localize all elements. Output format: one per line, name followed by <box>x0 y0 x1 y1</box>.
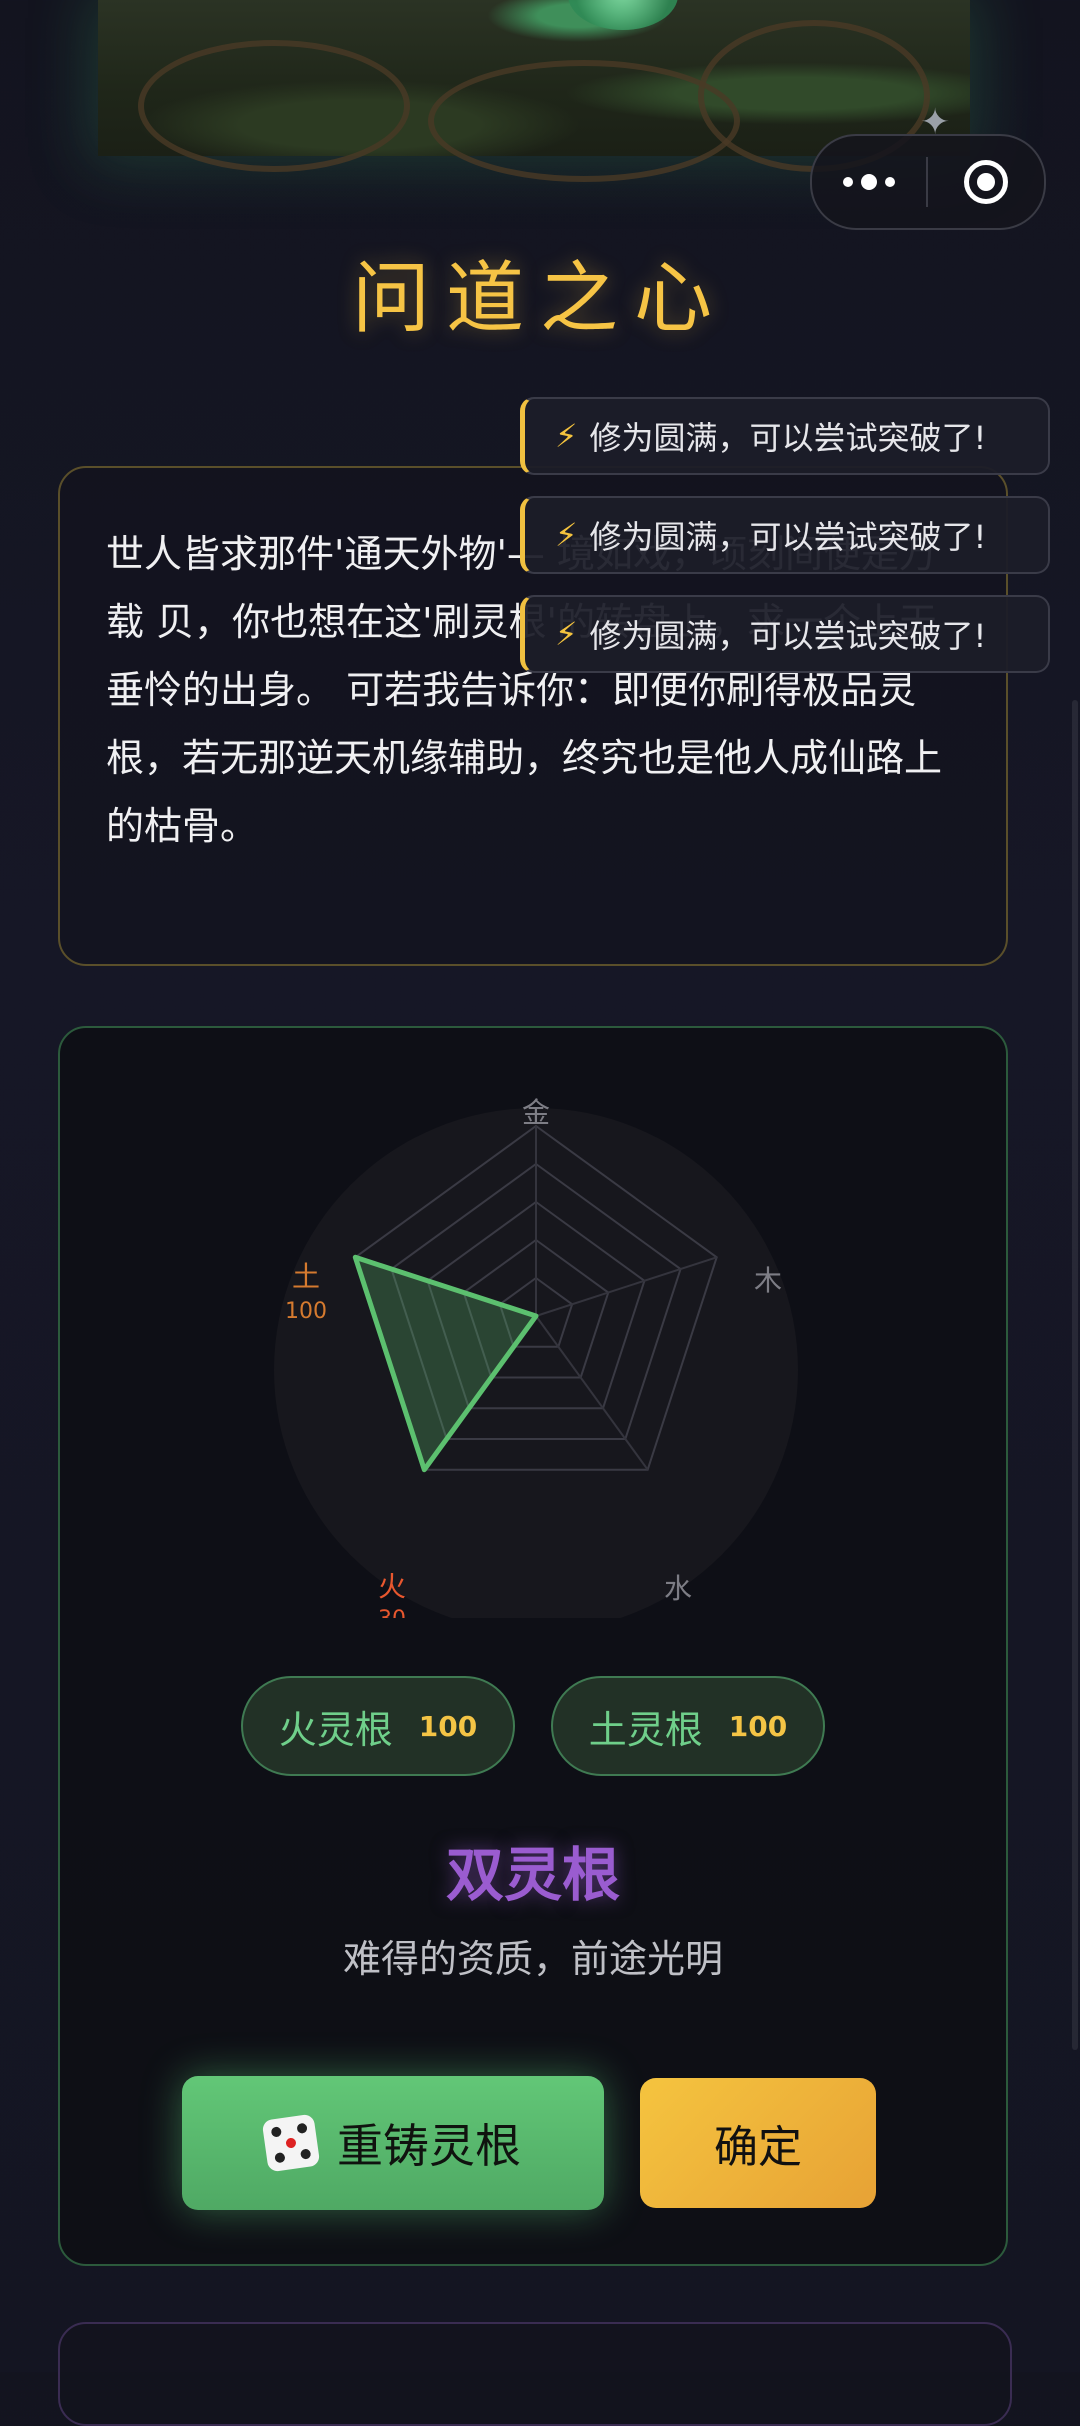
root-tag-fire: 火灵根 100 <box>241 1676 515 1776</box>
toast-notification: ⚡ 修为圆满，可以尝试突破了! <box>520 397 1050 475</box>
radar-label-earth: 土 <box>292 1260 320 1293</box>
lightning-icon: ⚡ <box>555 417 578 455</box>
toast-text: 修为圆满，可以尝试突破了! <box>589 518 987 556</box>
target-icon <box>964 160 1008 204</box>
radar-value-fire: 30 <box>378 1607 406 1618</box>
toast-text: 修为圆满，可以尝试突破了! <box>589 419 987 457</box>
page-title: 问道之心 <box>351 254 728 344</box>
reforge-label: 重铸灵根 <box>337 2119 521 2173</box>
dice-icon <box>261 2113 321 2173</box>
radar-chart: 金 木 水 火 30 土 100 <box>274 1096 798 1618</box>
next-card <box>58 2322 1012 2426</box>
root-tags: 火灵根 100 土灵根 100 <box>60 1676 1006 1776</box>
radar-label-fire: 火 <box>378 1570 406 1603</box>
close-button[interactable] <box>928 160 1044 204</box>
radar-label-water: 水 <box>664 1572 692 1605</box>
radar-value-earth: 100 <box>285 1299 327 1324</box>
scrollbar[interactable] <box>1072 700 1078 2050</box>
root-tag-name: 火灵根 <box>278 1707 393 1752</box>
spirit-root-panel: 金 木 水 火 30 土 100 火灵根 100 土灵根 100 双灵根 难得的… <box>58 1026 1008 2266</box>
root-tag-name: 土灵根 <box>588 1707 703 1752</box>
capsule-menu <box>810 134 1046 230</box>
radar-label-wood: 木 <box>754 1264 782 1297</box>
root-tag-earth: 土灵根 100 <box>551 1676 825 1776</box>
root-description: 难得的资质，前途光明 <box>342 1937 723 1981</box>
toast-text: 修为圆满，可以尝试突破了! <box>589 617 987 655</box>
root-tag-value: 100 <box>728 1709 788 1743</box>
toast-notification: ⚡ 修为圆满，可以尝试突破了! <box>520 496 1050 574</box>
hero-image <box>98 0 970 182</box>
lightning-icon: ⚡ <box>555 516 578 554</box>
root-tag-value: 100 <box>418 1709 478 1743</box>
reforge-button[interactable]: 重铸灵根 <box>182 2076 604 2210</box>
lightning-icon: ⚡ <box>555 615 578 653</box>
jade-orb <box>568 0 678 30</box>
root-type: 双灵根 <box>445 1841 620 1909</box>
more-dots-icon[interactable] <box>812 136 926 228</box>
radar-label-metal: 金 <box>522 1096 550 1129</box>
confirm-button[interactable]: 确定 <box>640 2078 876 2208</box>
toast-notification: ⚡ 修为圆满，可以尝试突破了! <box>520 595 1050 673</box>
